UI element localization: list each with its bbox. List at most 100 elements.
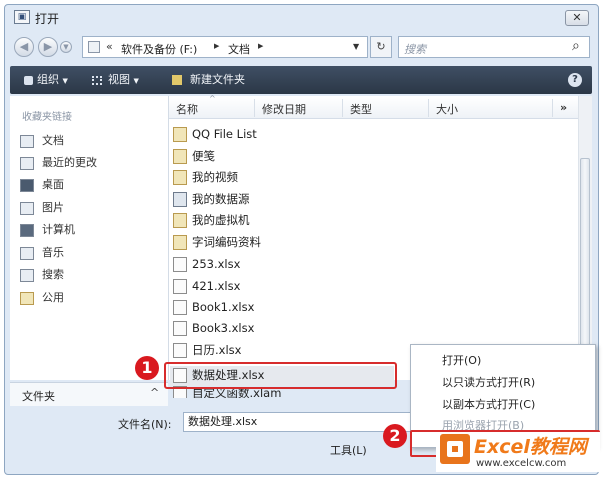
nav-item-public[interactable]: 公用 xyxy=(20,289,64,307)
help-icon[interactable]: ? xyxy=(568,73,582,87)
nav-item-search[interactable]: 搜索 xyxy=(20,266,64,284)
office-logo-core xyxy=(452,446,458,452)
breadcrumb-separator-icon: ▶ xyxy=(214,42,220,50)
file-row[interactable]: Book1.xlsx xyxy=(173,297,254,318)
address-dropdown-icon[interactable]: ▼ xyxy=(353,42,359,51)
data-source-icon xyxy=(173,192,187,207)
recent-changes-icon xyxy=(20,156,34,170)
nav-item-desktop[interactable]: 桌面 xyxy=(20,176,64,194)
excel-file-icon xyxy=(173,343,187,358)
column-separator[interactable] xyxy=(342,99,343,117)
column-separator[interactable] xyxy=(254,99,255,117)
file-name: 我的虚拟机 xyxy=(192,213,250,227)
file-row[interactable]: 我的虚拟机 xyxy=(173,210,250,231)
nav-item-label: 搜索 xyxy=(42,268,64,281)
nav-item-documents[interactable]: 文档 xyxy=(20,132,64,150)
column-separator[interactable] xyxy=(428,99,429,117)
folder-location-icon xyxy=(88,41,100,53)
annotation-badge-1: 1 xyxy=(135,356,159,380)
folder-icon xyxy=(173,127,187,142)
folder-icon xyxy=(173,170,187,185)
close-button[interactable]: ✕ xyxy=(565,10,589,26)
desktop-icon xyxy=(20,178,34,192)
file-name: Book1.xlsx xyxy=(192,300,255,314)
folder-icon xyxy=(173,235,187,250)
nav-item-music[interactable]: 音乐 xyxy=(20,244,64,262)
chevron-down-icon: ▼ xyxy=(63,43,69,51)
folders-label: 文件夹 xyxy=(22,390,55,403)
file-row[interactable]: Book3.xlsx xyxy=(173,318,254,339)
forward-button[interactable]: ▶ xyxy=(38,37,58,57)
back-arrow-icon: ◀ xyxy=(19,40,29,53)
menu-item-open[interactable]: 打开(O) xyxy=(442,352,481,368)
music-icon xyxy=(20,246,34,260)
file-name: 便笺 xyxy=(192,149,215,163)
column-size[interactable]: 大小 xyxy=(436,101,458,117)
file-row[interactable]: QQ File List xyxy=(173,124,257,145)
file-row[interactable]: 日历.xlsx xyxy=(173,340,241,361)
excel-file-icon xyxy=(173,321,187,336)
window-title: 打开 xyxy=(35,12,60,26)
new-folder-button[interactable]: 新建文件夹 xyxy=(172,71,245,89)
more-columns-icon[interactable]: » xyxy=(560,101,567,114)
nav-item-label: 桌面 xyxy=(42,178,64,191)
chevron-down-icon: ▼ xyxy=(133,77,139,85)
column-header-bar xyxy=(169,97,578,119)
annotation-highlight-file xyxy=(164,362,397,389)
nav-item-computer[interactable]: 计算机 xyxy=(20,221,75,239)
nav-item-label: 最近的更改 xyxy=(42,156,97,169)
back-button[interactable]: ◀ xyxy=(14,37,34,57)
filename-label: 文件名(N): xyxy=(118,418,172,431)
excel-file-icon xyxy=(173,257,187,272)
public-folder-icon xyxy=(20,291,34,305)
views-button[interactable]: 视图 ▼ xyxy=(92,71,139,89)
breadcrumb-drive[interactable]: 软件及备份 (F:) xyxy=(121,41,197,57)
organize-label: 组织 xyxy=(37,73,59,86)
nav-item-recent[interactable]: 最近的更改 xyxy=(20,154,97,172)
file-name: QQ File List xyxy=(192,127,257,141)
organize-button[interactable]: 组织 ▼ xyxy=(24,71,68,89)
recent-pages-dropdown[interactable]: ▼ xyxy=(60,41,72,53)
column-separator[interactable] xyxy=(552,99,553,117)
search-placeholder: 搜索 xyxy=(404,43,426,56)
refresh-button[interactable]: ↻ xyxy=(370,36,392,58)
file-row[interactable]: 便笺 xyxy=(173,146,215,167)
file-name: 字词编码资料 xyxy=(192,235,261,249)
views-grid-icon xyxy=(92,75,102,85)
column-name[interactable]: 名称 xyxy=(176,101,198,117)
nav-item-label: 公用 xyxy=(42,291,64,304)
watermark-brand: Excel教程网 xyxy=(474,436,587,458)
column-modified[interactable]: 修改日期 xyxy=(262,101,306,117)
excel-file-icon xyxy=(173,300,187,315)
menu-item-open-copy[interactable]: 以副本方式打开(C) xyxy=(442,396,535,412)
search-icon[interactable]: ⌕ xyxy=(572,38,580,54)
new-folder-icon xyxy=(172,75,182,85)
filename-input[interactable]: 数据处理.xlsx xyxy=(183,412,413,432)
favorites-heading: 收藏夹链接 xyxy=(22,112,72,123)
refresh-icon: ↻ xyxy=(376,40,386,53)
breadcrumb-documents[interactable]: 文档 xyxy=(228,41,250,57)
organize-icon xyxy=(24,75,33,85)
chevron-down-icon: ▼ xyxy=(62,77,68,85)
file-row[interactable]: 我的数据源 xyxy=(173,189,250,210)
scrollbar-thumb[interactable] xyxy=(580,158,590,370)
file-row[interactable]: 我的视频 xyxy=(173,167,238,188)
file-row[interactable]: 字词编码资料 xyxy=(173,232,261,253)
search-field[interactable] xyxy=(398,36,590,58)
annotation-badge-2: 2 xyxy=(383,424,407,448)
nav-item-label: 音乐 xyxy=(42,246,64,259)
tools-button[interactable]: 工具(L) xyxy=(330,442,367,458)
folder-icon xyxy=(173,149,187,164)
forward-arrow-icon: ▶ xyxy=(43,40,53,53)
nav-item-pictures[interactable]: 图片 xyxy=(20,199,64,217)
file-name: 日历.xlsx xyxy=(192,343,242,357)
views-label: 视图 xyxy=(108,73,130,86)
chevron-up-icon: ^ xyxy=(150,386,160,399)
breadcrumb-overflow[interactable]: « xyxy=(106,40,113,53)
column-type[interactable]: 类型 xyxy=(350,101,372,117)
file-row[interactable]: 253.xlsx xyxy=(173,254,240,275)
menu-item-open-readonly[interactable]: 以只读方式打开(R) xyxy=(442,374,535,390)
nav-item-label: 图片 xyxy=(42,201,64,214)
window-app-icon: ▣ xyxy=(14,10,30,24)
file-row[interactable]: 421.xlsx xyxy=(173,276,240,297)
